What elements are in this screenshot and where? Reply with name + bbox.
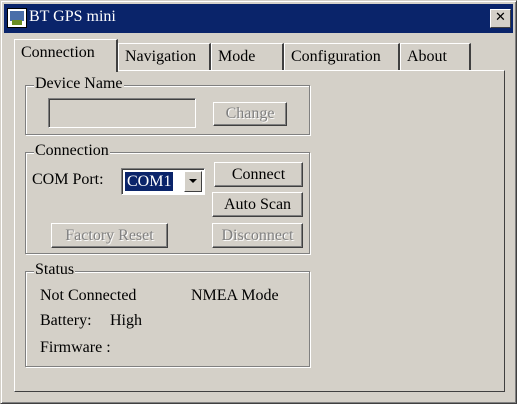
battery-label: Battery: <box>40 312 92 329</box>
connection-status-text: Not Connected <box>40 287 137 304</box>
app-window: BT GPS mini ✕ Connection Navigation Mode… <box>0 0 517 404</box>
device-name-field <box>48 98 196 128</box>
mode-status-text: NMEA Mode <box>191 287 279 304</box>
gps-app-icon <box>7 8 27 28</box>
connect-button-label: Connect <box>231 166 286 183</box>
battery-value: High <box>110 312 142 329</box>
tab-mode[interactable]: Mode <box>211 43 284 70</box>
com-port-label: COM Port: <box>32 171 104 188</box>
tab-label: About <box>407 48 447 65</box>
window-title: BT GPS mini <box>29 8 116 25</box>
tab-label: Connection <box>21 44 95 61</box>
tab-about[interactable]: About <box>400 43 471 70</box>
tab-configuration[interactable]: Configuration <box>284 43 400 70</box>
status-group: Status Not Connected NMEA Mode Battery: … <box>25 261 310 367</box>
disconnect-button-label: Disconnect <box>221 227 294 244</box>
factory-reset-button-label: Factory Reset <box>65 227 154 244</box>
auto-scan-button[interactable]: Auto Scan <box>212 192 303 217</box>
tab-connection[interactable]: Connection <box>14 39 118 72</box>
device-name-group-label: Device Name <box>34 75 124 93</box>
title-bar[interactable]: BT GPS mini ✕ <box>4 4 513 33</box>
connection-group-label: Connection <box>34 142 110 160</box>
disconnect-button[interactable]: Disconnect <box>212 223 303 248</box>
close-icon: ✕ <box>495 10 506 25</box>
chevron-down-icon[interactable] <box>184 171 202 192</box>
tab-label: Mode <box>218 48 256 65</box>
connection-tab-panel: Device Name Change Connection COM Port: … <box>14 70 505 392</box>
close-button[interactable]: ✕ <box>490 9 511 28</box>
tab-label: Navigation <box>125 48 197 65</box>
com-port-select[interactable]: COM1 <box>121 168 205 195</box>
change-button-label: Change <box>225 105 275 122</box>
connection-group: Connection COM Port: COM1 Connect Auto S… <box>25 142 310 254</box>
tab-navigation[interactable]: Navigation <box>118 43 211 70</box>
connect-button[interactable]: Connect <box>214 162 303 187</box>
change-button[interactable]: Change <box>213 102 287 126</box>
com-port-value: COM1 <box>123 171 175 192</box>
factory-reset-button[interactable]: Factory Reset <box>51 223 168 248</box>
firmware-label: Firmware : <box>40 339 111 356</box>
device-name-group: Device Name Change <box>25 75 310 135</box>
tab-label: Configuration <box>291 48 381 65</box>
status-group-label: Status <box>34 261 76 279</box>
auto-scan-button-label: Auto Scan <box>223 196 292 213</box>
